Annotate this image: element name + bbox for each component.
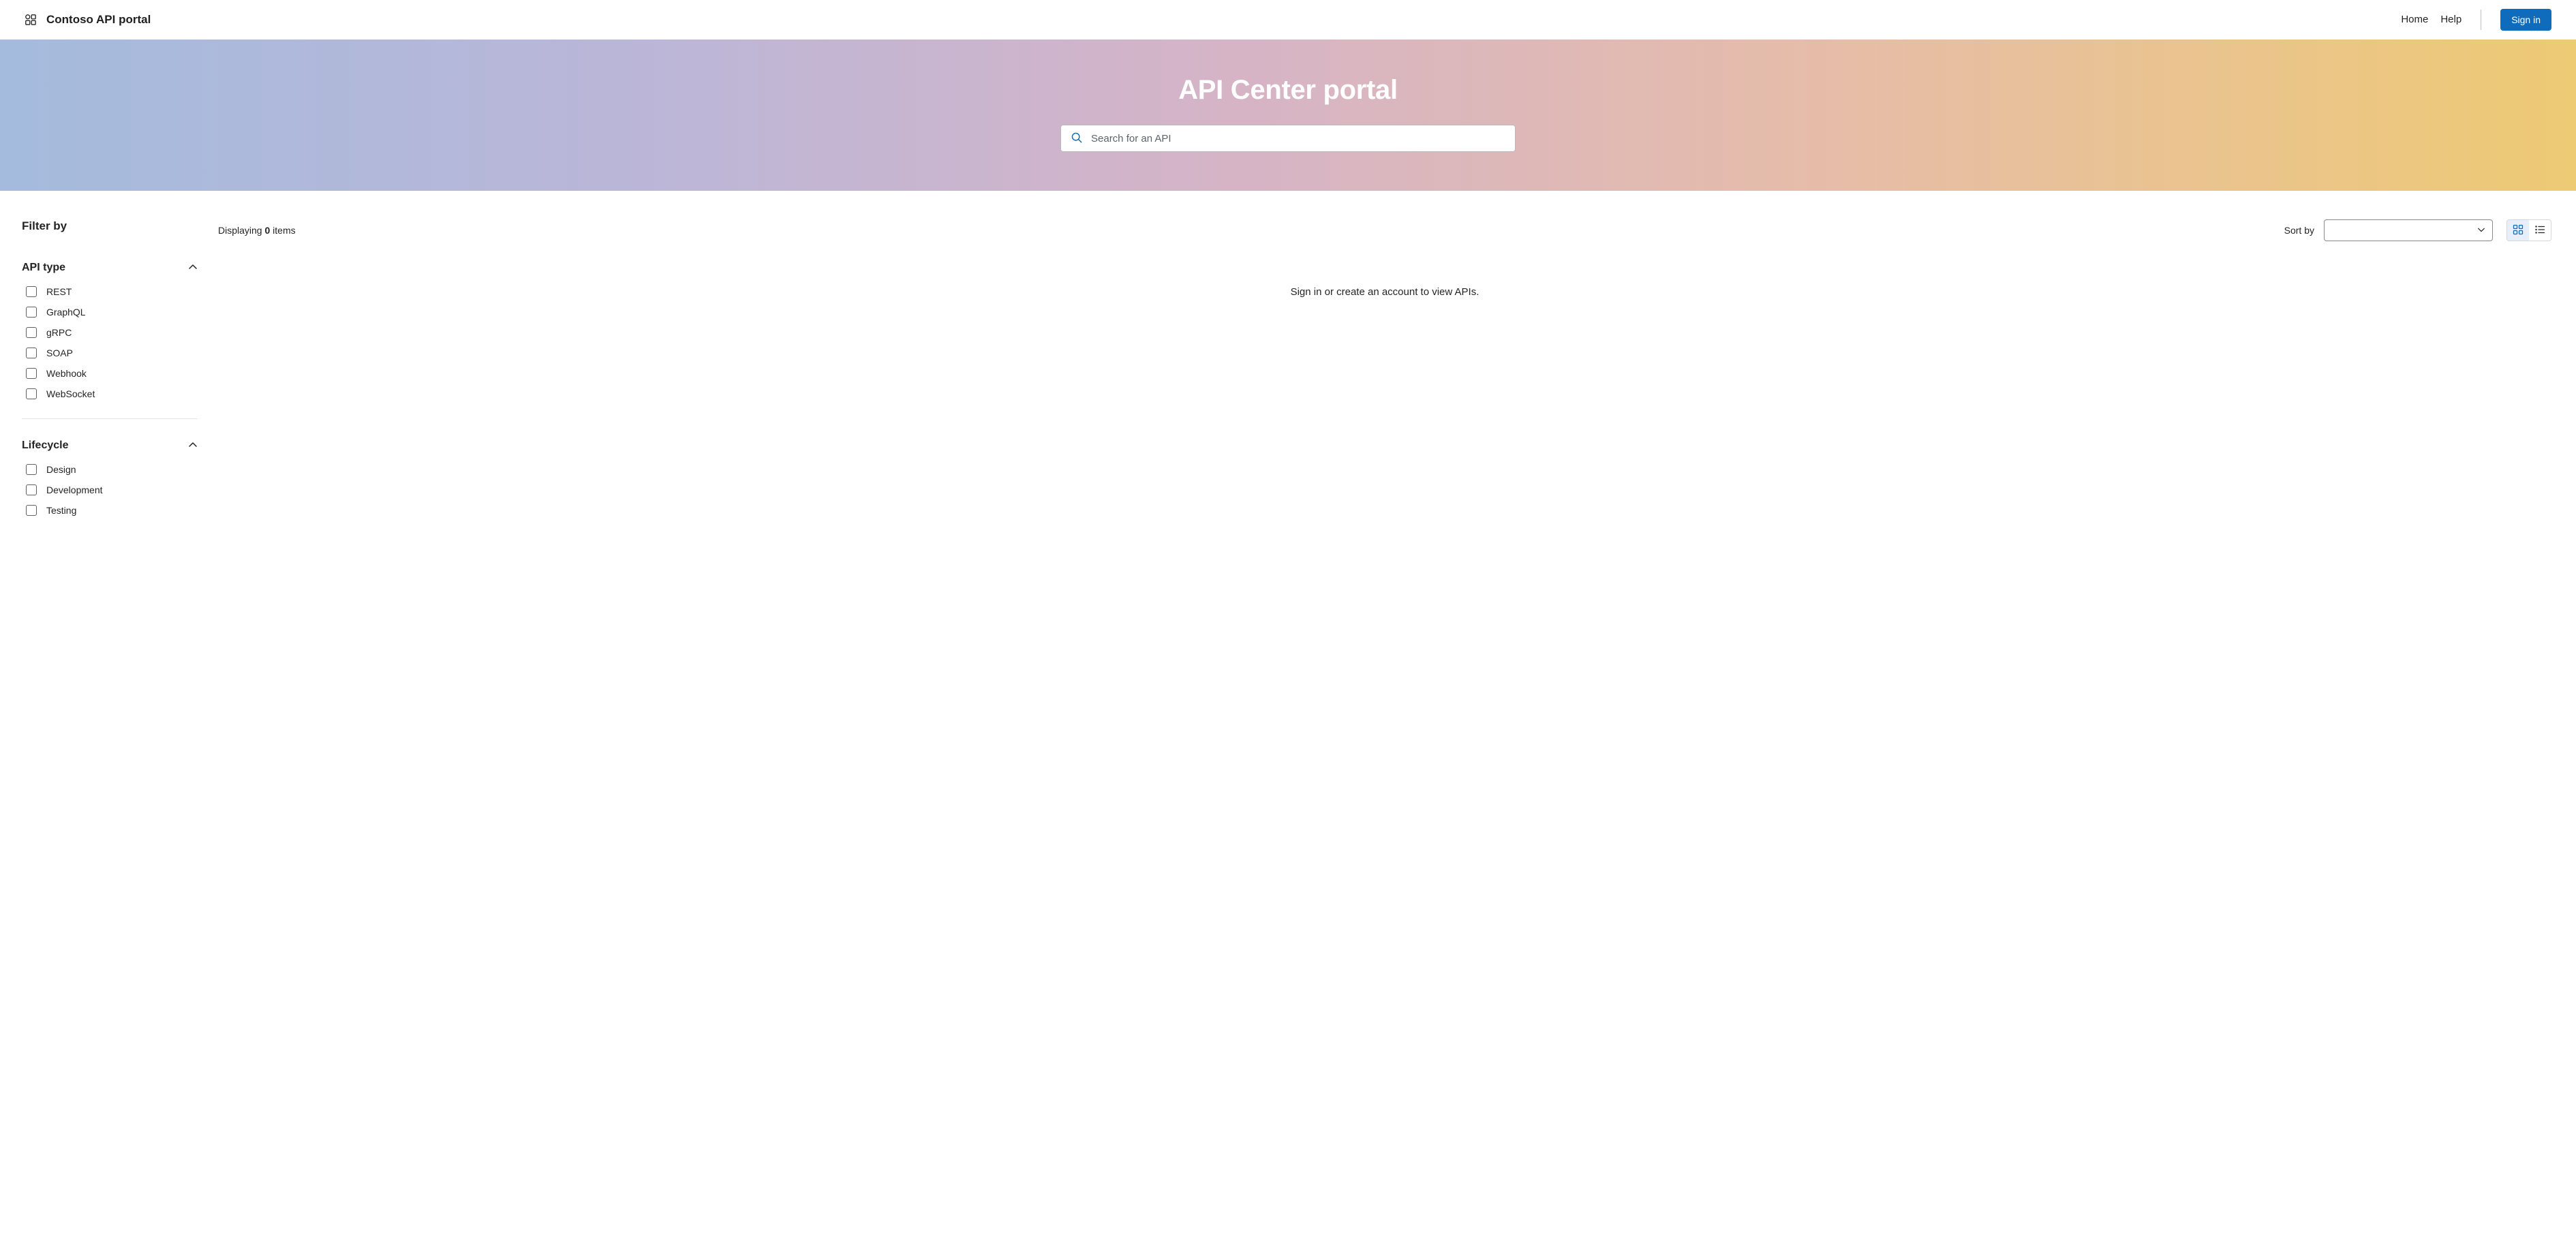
hero-banner: API Center portal xyxy=(0,40,2576,191)
sort-by-select[interactable] xyxy=(2324,219,2493,241)
filter-head-lifecycle[interactable]: Lifecycle xyxy=(22,440,198,452)
sidebar: Filter by API type REST GraphQL xyxy=(22,219,198,535)
filter-option-label: Design xyxy=(46,464,76,475)
filter-option-webhook[interactable]: Webhook xyxy=(26,368,198,379)
grid-view-button[interactable] xyxy=(2507,220,2529,241)
filter-option-testing[interactable]: Testing xyxy=(26,505,198,516)
filter-option-graphql[interactable]: GraphQL xyxy=(26,307,198,318)
checkbox-icon xyxy=(26,327,37,338)
checkbox-icon xyxy=(26,348,37,358)
sort-by-label: Sort by xyxy=(2284,225,2314,236)
checkbox-icon xyxy=(26,368,37,379)
search-input[interactable] xyxy=(1091,133,1505,144)
grid-icon xyxy=(2513,224,2524,237)
checkbox-icon xyxy=(26,464,37,475)
filter-option-label: GraphQL xyxy=(46,307,86,318)
checkbox-icon xyxy=(26,388,37,399)
hero-title: API Center portal xyxy=(1178,75,1398,106)
chevron-up-icon xyxy=(188,262,198,274)
empty-state-message: Sign in or create an account to view API… xyxy=(218,286,2551,298)
list-icon xyxy=(2534,224,2545,237)
filter-head-api-type[interactable]: API type xyxy=(22,262,198,274)
filter-title-lifecycle: Lifecycle xyxy=(22,440,68,452)
signin-button[interactable]: Sign in xyxy=(2500,9,2551,31)
search-icon xyxy=(1071,132,1083,146)
filter-option-design[interactable]: Design xyxy=(26,464,198,475)
topbar-nav: Home Help Sign in xyxy=(2401,9,2551,31)
filter-option-grpc[interactable]: gRPC xyxy=(26,327,198,338)
checkbox-icon xyxy=(26,505,37,516)
filter-option-websocket[interactable]: WebSocket xyxy=(26,388,198,399)
app-name: Contoso API portal xyxy=(46,13,151,27)
filter-option-rest[interactable]: REST xyxy=(26,286,198,297)
filter-by-title: Filter by xyxy=(22,219,198,233)
list-view-button[interactable] xyxy=(2529,220,2551,241)
filter-title-api-type: API type xyxy=(22,262,65,274)
app-logo-icon xyxy=(25,14,37,26)
filter-option-label: Development xyxy=(46,484,103,495)
nav-help[interactable]: Help xyxy=(2440,14,2462,25)
display-suffix: items xyxy=(270,225,295,236)
checkbox-icon xyxy=(26,286,37,297)
filter-option-label: SOAP xyxy=(46,348,73,358)
chevron-up-icon xyxy=(188,440,198,452)
search-box[interactable] xyxy=(1060,125,1516,152)
filter-option-soap[interactable]: SOAP xyxy=(26,348,198,358)
filter-option-label: Webhook xyxy=(46,368,87,379)
filter-option-development[interactable]: Development xyxy=(26,484,198,495)
nav-home[interactable]: Home xyxy=(2401,14,2428,25)
content: Displaying 0 items Sort by xyxy=(218,219,2551,535)
chevron-down-icon xyxy=(2477,225,2485,236)
main: Filter by API type REST GraphQL xyxy=(0,191,2576,535)
view-toggle xyxy=(2506,219,2551,241)
checkbox-icon xyxy=(26,307,37,318)
filter-option-label: gRPC xyxy=(46,327,72,338)
topbar: Contoso API portal Home Help Sign in xyxy=(0,0,2576,40)
filter-option-label: REST xyxy=(46,286,72,297)
display-prefix: Displaying xyxy=(218,225,264,236)
filter-section-lifecycle: Lifecycle Design Development Testing xyxy=(22,418,198,535)
display-count: Displaying 0 items xyxy=(218,225,296,236)
checkbox-icon xyxy=(26,484,37,495)
content-toolbar: Displaying 0 items Sort by xyxy=(218,219,2551,241)
logo[interactable]: Contoso API portal xyxy=(25,13,151,27)
filter-section-api-type: API type REST GraphQL gRPC xyxy=(22,262,198,418)
filter-option-label: Testing xyxy=(46,505,76,516)
filter-option-label: WebSocket xyxy=(46,388,95,399)
